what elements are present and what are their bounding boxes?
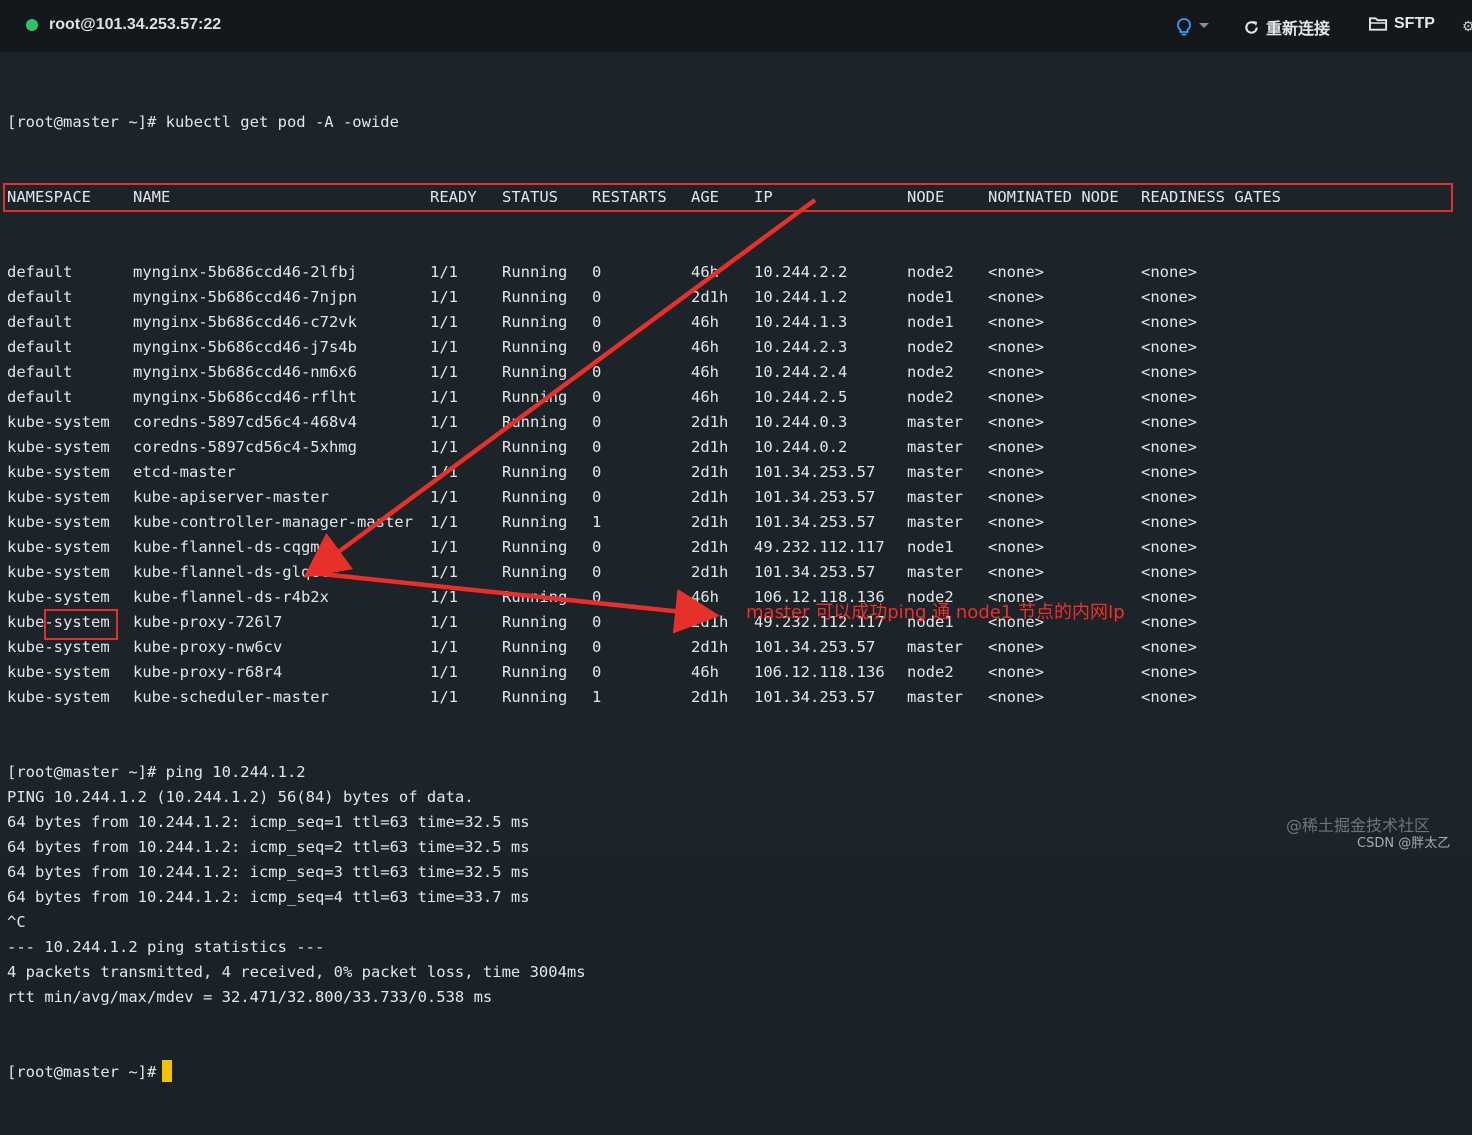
refresh-icon — [1243, 19, 1260, 36]
reconnect-button[interactable]: 重新连接 — [1243, 15, 1330, 39]
sftp-button[interactable]: SFTP — [1369, 15, 1435, 33]
chevron-down-icon[interactable] — [1199, 23, 1209, 28]
lightbulb-icon[interactable] — [1174, 17, 1194, 37]
terminal-output[interactable]: [root@master ~]# kubectl get pod -A -owi… — [0, 52, 1472, 1082]
ping-output-line: 64 bytes from 10.244.1.2: icmp_seq=3 ttl… — [7, 863, 530, 881]
final-prompt-line: [root@master ~]# — [7, 1059, 586, 1085]
arrow-to-ping-command — [303, 198, 817, 578]
final-prompt: [root@master ~]# — [7, 1063, 157, 1081]
watermark-csdn: CSDN @胖太乙 — [1357, 836, 1451, 851]
more-icon[interactable]: ⚙ — [1462, 18, 1472, 34]
terminal-cursor — [162, 1059, 173, 1082]
sftp-label: SFTP — [1394, 15, 1435, 32]
folder-icon — [1369, 16, 1388, 32]
ping-output-line: rtt min/avg/max/mdev = 32.471/32.800/33.… — [7, 988, 493, 1006]
reconnect-label: 重新连接 — [1266, 21, 1331, 38]
arrow-to-annotation — [311, 570, 720, 634]
annotation-arrows — [303, 198, 817, 634]
ping-output-line: --- 10.244.1.2 ping statistics --- — [7, 938, 325, 956]
session-host-title: root@101.34.253.57:22 — [49, 16, 222, 33]
ping-output-line: 64 bytes from 10.244.1.2: icmp_seq=4 ttl… — [7, 888, 530, 906]
ping-output-line: ^C — [7, 913, 26, 931]
window-titlebar: root@101.34.253.57:22 重新连接 SFTP ⚙ — [0, 0, 1472, 52]
ping-output-line: 4 packets transmitted, 4 received, 0% pa… — [7, 963, 586, 981]
connection-status-dot — [26, 19, 38, 31]
annotation-note: master 可以成功ping 通 node1 节点的内网Ip — [746, 602, 1125, 623]
